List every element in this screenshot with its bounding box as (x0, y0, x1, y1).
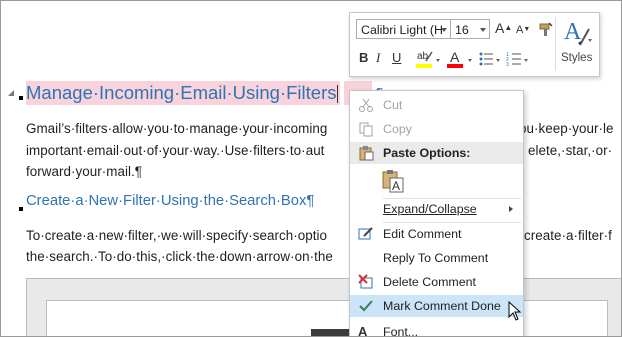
word-window: Manage·Incoming·Email·Using·Filters ¶ Gm… (0, 0, 622, 337)
body-line[interactable]: forward·your·mail.¶ (26, 164, 142, 179)
body-line[interactable]: the·search.·To·do·this,·click·the·down·a… (26, 249, 333, 264)
bullets-icon[interactable] (478, 51, 494, 67)
menu-item-label: Expand/Collapse (383, 202, 477, 216)
paragraph-bullet (19, 96, 23, 100)
chevron-down-icon[interactable] (496, 59, 500, 62)
submenu-arrow-icon (509, 206, 513, 212)
font-color-icon[interactable]: A (445, 48, 467, 70)
menu-item-label: Copy (383, 122, 412, 136)
underline-button[interactable]: U (392, 50, 401, 66)
copy-icon (359, 122, 373, 137)
paste-keep-text-only-icon[interactable]: A (381, 169, 405, 193)
body-line-right[interactable]: elete,·star,·or· (528, 143, 612, 158)
font-icon: A (358, 324, 368, 337)
chevron-down-icon[interactable] (436, 59, 440, 62)
body-line[interactable]: Gmail’s·filters·allow·you·to·manage·your… (26, 121, 327, 136)
heading-2[interactable]: Create·a·New·Filter·Using·the·Search·Box… (26, 193, 314, 209)
menu-item-delete-comment[interactable]: Delete Comment (350, 271, 523, 293)
font-size-value: 16 (455, 23, 469, 37)
menu-header-paste-options: Paste Options: (350, 142, 523, 164)
collapse-heading-icon[interactable] (8, 90, 14, 96)
context-menu: Cut Copy Paste Options: A Expand/Collaps… (349, 90, 524, 337)
menu-item-label: Cut (383, 98, 403, 112)
edit-comment-icon (358, 227, 373, 240)
toolbar-separator (555, 17, 556, 71)
grow-font-icon[interactable]: A▲ (495, 20, 512, 36)
menu-item-label: Edit Comment (383, 227, 462, 241)
menu-item-label: Mark Comment Done (383, 299, 501, 313)
menu-item-label: Delete Comment (383, 275, 476, 289)
heading-1[interactable]: Manage·Incoming·Email·Using·Filters (26, 81, 341, 105)
font-name-value: Calibri Light (H (361, 23, 443, 37)
menu-item-mark-comment-done[interactable]: Mark Comment Done (350, 295, 523, 317)
bold-button[interactable]: B (359, 50, 368, 66)
numbering-icon[interactable]: 1 2 3 (506, 51, 522, 67)
mini-toolbar: Calibri Light (H 16 A▲ A▼ A Styles B I U… (349, 12, 600, 77)
chevron-down-icon[interactable] (468, 59, 472, 62)
body-line[interactable]: To·create·a·new·filter,·we·will·specify·… (26, 228, 327, 243)
shrink-font-icon[interactable]: A▼ (516, 22, 530, 38)
highlight-color-icon[interactable]: ab (414, 48, 436, 70)
menu-item-reply-to-comment[interactable]: Reply To Comment (350, 247, 523, 269)
paragraph-bullet (19, 207, 23, 211)
menu-item-label: Reply To Comment (383, 251, 489, 265)
chevron-down-icon[interactable] (524, 59, 528, 62)
styles-label: Styles (561, 52, 593, 64)
styles-icon[interactable]: A (562, 17, 592, 47)
body-line-right[interactable]: ou·keep·your·le (519, 121, 614, 136)
menu-item-label: Font... (383, 325, 419, 337)
menu-item-cut[interactable]: Cut (350, 94, 523, 116)
font-size-combo[interactable]: 16 (450, 19, 490, 39)
menu-item-font[interactable]: A Font... (350, 321, 523, 337)
mouse-pointer-icon (508, 301, 522, 321)
format-painter-icon[interactable] (538, 21, 554, 37)
menu-item-copy[interactable]: Copy (350, 118, 523, 140)
text-cursor (337, 85, 339, 104)
menu-item-label: Paste Options: (383, 146, 471, 160)
body-line[interactable]: important·email·out·of·your·way.·Use·fil… (26, 143, 324, 158)
checkmark-icon (359, 300, 373, 312)
font-name-combo[interactable]: Calibri Light (H (356, 19, 451, 39)
paste-icon (359, 146, 374, 161)
styles-dropdown-icon[interactable] (588, 39, 592, 42)
italic-button[interactable]: I (376, 50, 380, 66)
menu-item-edit-comment[interactable]: Edit Comment (350, 223, 523, 245)
svg-text:3: 3 (506, 62, 509, 67)
delete-comment-icon (358, 274, 373, 289)
chevron-down-icon (480, 28, 486, 32)
heading-1-text: Manage·Incoming·Email·Using·Filters (26, 82, 337, 103)
scissors-icon (359, 98, 373, 112)
svg-text:A: A (564, 19, 582, 45)
chevron-down-icon (441, 28, 447, 32)
menu-item-expand-collapse[interactable]: Expand/Collapse (350, 198, 523, 220)
svg-text:A: A (392, 179, 400, 193)
body-line-right[interactable]: create·a·filter·f (524, 228, 612, 243)
svg-text:A: A (450, 49, 460, 65)
